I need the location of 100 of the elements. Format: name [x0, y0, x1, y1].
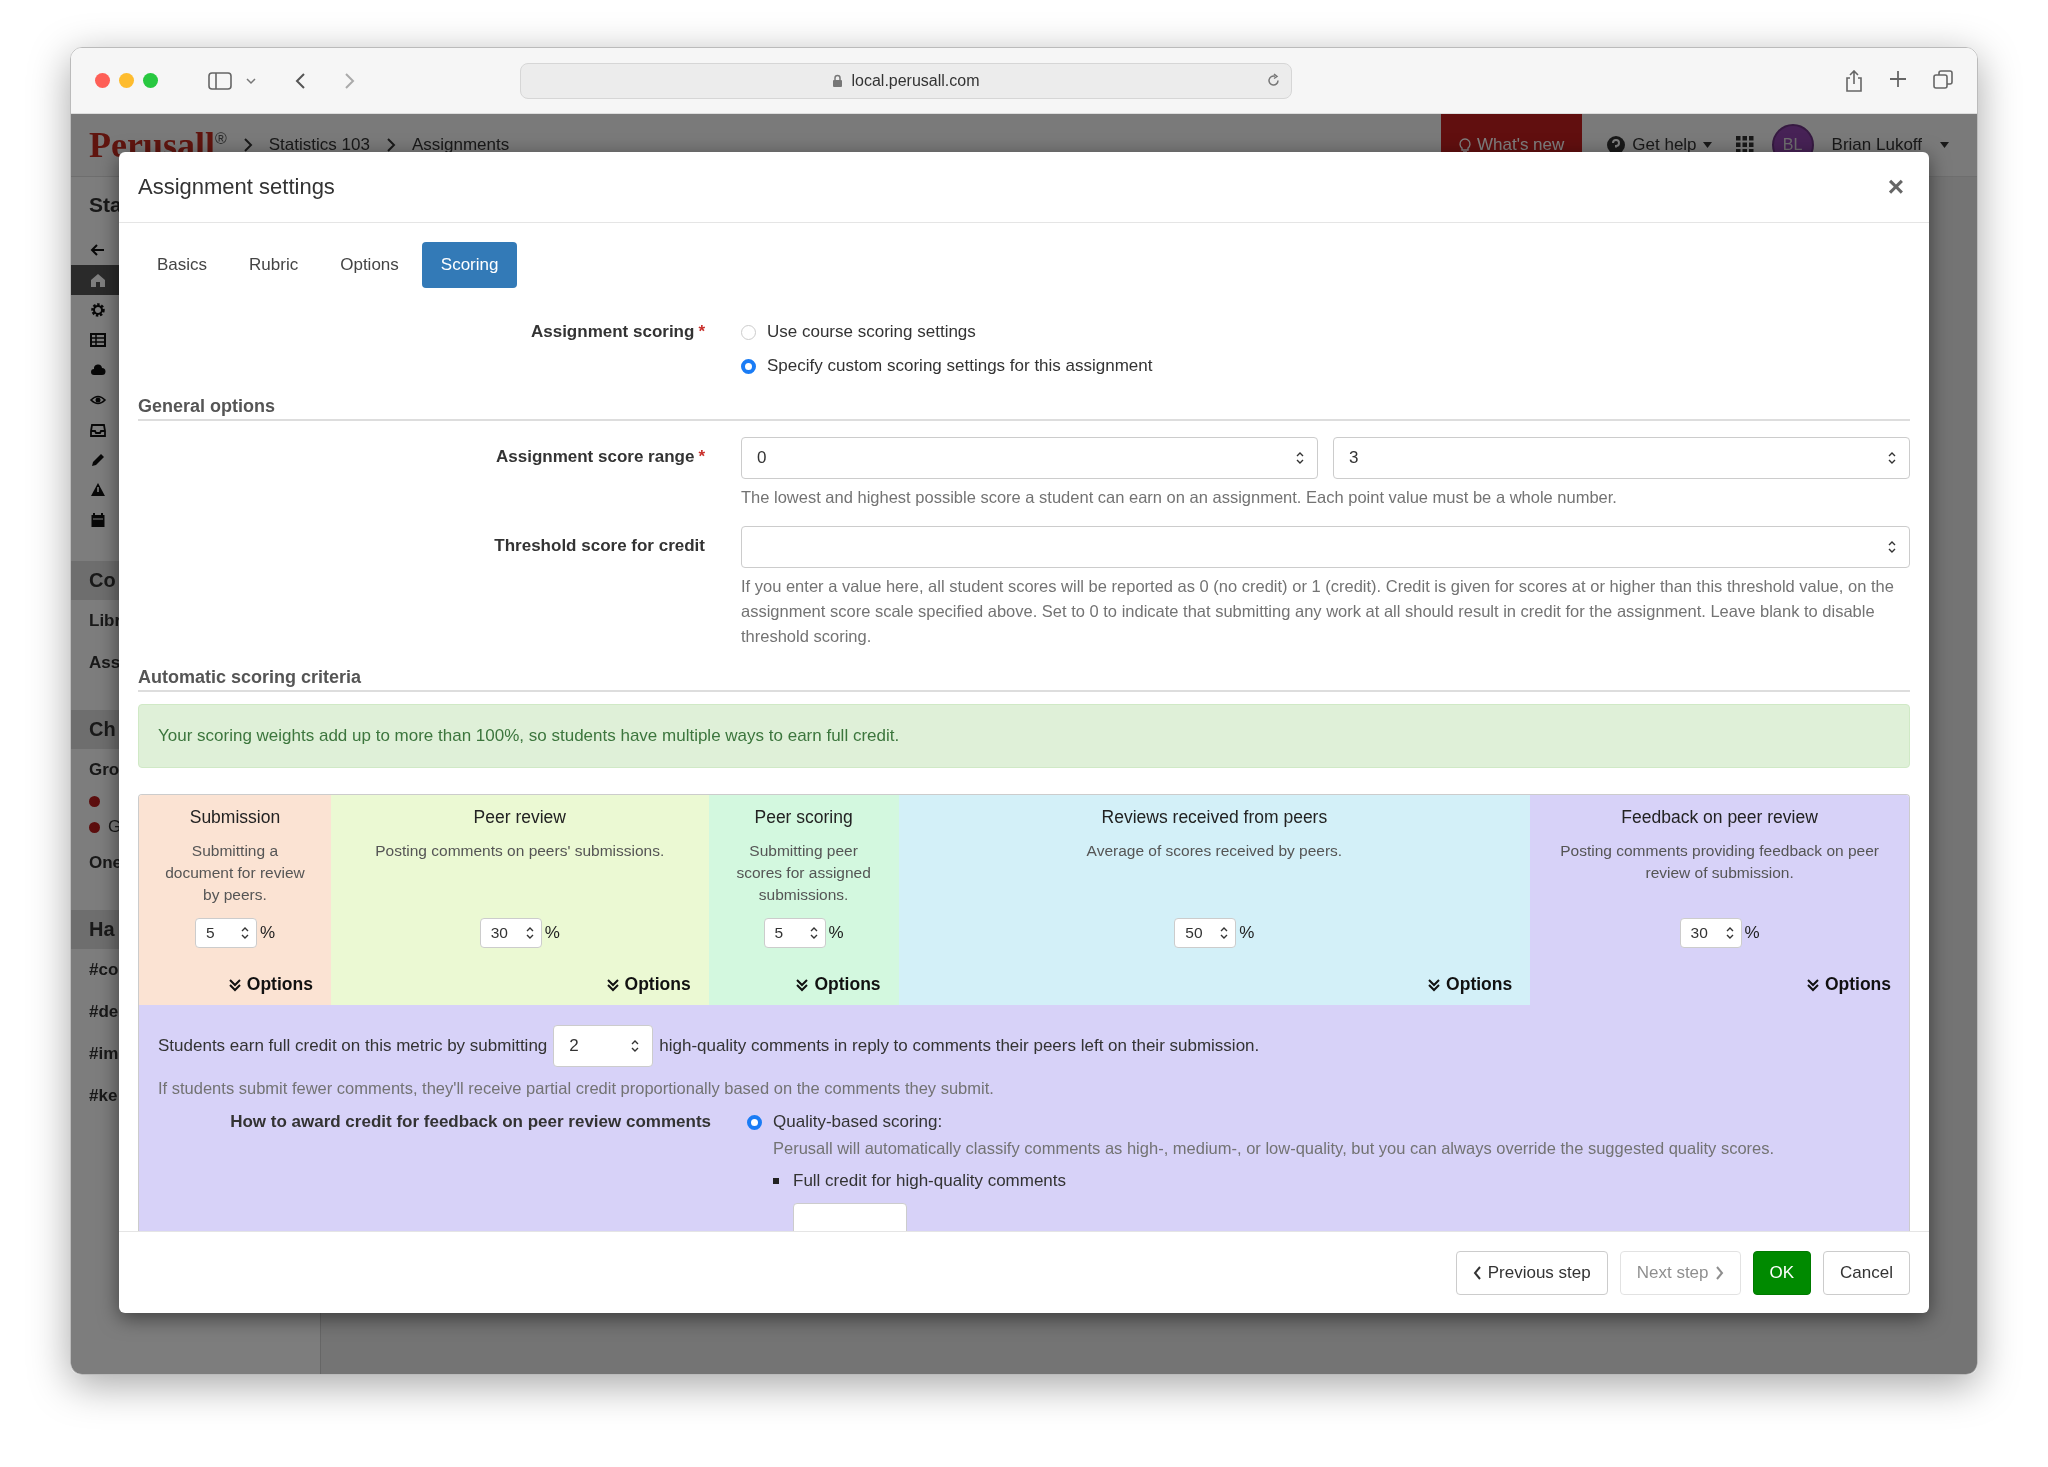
- criterion-title: Submission: [189, 807, 281, 828]
- radio-button[interactable]: [741, 324, 756, 340]
- criterion-description: Submitting peer scores for assigned submissions.: [735, 841, 872, 905]
- help-text: Perusall will automatically classify comments as high-, medium-, or low-quality, but you can always override the suggested quality scores.: [773, 1138, 1776, 1159]
- weight-field[interactable]: 50: [1174, 918, 1237, 948]
- inbox-icon[interactable]: [89, 422, 107, 438]
- input-field[interactable]: [793, 1203, 907, 1231]
- cloud-icon[interactable]: [89, 362, 107, 378]
- spinner-icon[interactable]: [1887, 539, 1897, 555]
- field-label: How to award credit for feedback on peer review comments: [229, 1112, 711, 1133]
- sentence-text: high-quality comments in reply to comments their peers left on their submission.: [659, 1036, 1260, 1056]
- close-button[interactable]: ×: [1881, 171, 1910, 203]
- options-toggle[interactable]: Options: [1427, 974, 1513, 995]
- spinner-icon[interactable]: [808, 925, 819, 941]
- tabs-overview-icon[interactable]: [1933, 69, 1953, 90]
- criterion-title: Reviews received from peers: [1101, 807, 1328, 828]
- percent-label: %: [544, 923, 560, 943]
- section-heading: General options: [138, 396, 1910, 421]
- help-text: If students submit fewer comments, they'll receive partial credit proportionally based on the comments they submit.: [158, 1079, 995, 1098]
- home-icon[interactable]: [89, 272, 107, 288]
- field-label: Assignment scoring *: [529, 322, 705, 343]
- percent-label: %: [259, 923, 275, 943]
- criterion-description: Posting comments providing feedback on peer review of submission.: [1559, 841, 1880, 883]
- spinner-icon[interactable]: [239, 925, 250, 941]
- address-bar[interactable]: local.perusall.com: [520, 62, 1292, 99]
- breadcrumb-link[interactable]: Assignments: [411, 135, 510, 155]
- radio-label[interactable]: Use course scoring settings: [767, 322, 976, 342]
- chevron-left-icon: [1472, 1265, 1482, 1280]
- max-score-field[interactable]: 3: [1333, 437, 1910, 479]
- tab[interactable]: Options: [321, 242, 418, 288]
- threshold-field[interactable]: [741, 526, 1910, 568]
- options-toggle[interactable]: Options: [227, 974, 313, 995]
- percent-label: %: [1744, 923, 1760, 943]
- spinner-icon[interactable]: [1295, 450, 1305, 466]
- sidebar-toggle-icon[interactable]: [208, 71, 232, 90]
- double-chevron-down-icon: [1427, 977, 1442, 992]
- dialog-title: Assignment settings: [138, 174, 335, 200]
- spinner-icon[interactable]: [1887, 450, 1897, 466]
- back-icon[interactable]: [294, 71, 306, 90]
- tab[interactable]: Basics: [138, 242, 227, 288]
- bullet-icon: [773, 1178, 779, 1184]
- warning-icon[interactable]: [89, 482, 107, 498]
- double-chevron-down-icon: [1805, 977, 1820, 992]
- spinner-icon[interactable]: [1724, 925, 1735, 941]
- chevron-right-icon: [1714, 1265, 1724, 1280]
- options-toggle[interactable]: Options: [605, 974, 691, 995]
- radio-label[interactable]: Specify custom scoring settings for this assignment: [767, 356, 1153, 376]
- new-tab-icon[interactable]: [1889, 69, 1907, 88]
- criterion-description: Posting comments on peers' submissions.: [375, 841, 665, 861]
- info-alert: Your scoring weights add up to more than 100%, so students have multiple ways to earn full credit.: [138, 704, 1910, 768]
- help-text: The lowest and highest possible score a student can earn on an assignment. Each point value must be a whole number.: [741, 487, 1618, 508]
- weight-field[interactable]: 5: [763, 918, 826, 948]
- breadcrumb-link[interactable]: Statistics 103: [268, 135, 370, 155]
- tab[interactable]: Scoring: [421, 242, 518, 288]
- close-window-icon[interactable]: [95, 73, 110, 88]
- field-label: Threshold score for credit: [493, 535, 705, 556]
- weight-field[interactable]: 30: [479, 918, 542, 948]
- back-arrow-icon[interactable]: [89, 242, 107, 258]
- list-item: Full credit for high-quality comments: [793, 1171, 1067, 1191]
- section-heading: Automatic scoring criteria: [138, 667, 1910, 692]
- criterion-title: Peer review: [473, 807, 566, 828]
- reload-icon[interactable]: [1266, 72, 1281, 88]
- user-name[interactable]: Brian Lukoff: [1831, 135, 1922, 155]
- spinner-icon[interactable]: [1219, 925, 1230, 941]
- caret-icon[interactable]: [1940, 142, 1949, 148]
- calendar-icon[interactable]: [89, 512, 107, 528]
- chevron-right-icon: [385, 137, 396, 153]
- comment-count-field[interactable]: 2: [553, 1025, 654, 1067]
- double-chevron-down-icon: [227, 977, 242, 992]
- double-chevron-down-icon: [605, 977, 620, 992]
- spinner-icon[interactable]: [630, 1038, 641, 1054]
- weight-field[interactable]: 30: [1679, 918, 1742, 948]
- percent-label: %: [1239, 923, 1255, 943]
- percent-label: %: [828, 923, 844, 943]
- field-label: Assignment score range *: [494, 446, 705, 467]
- weight-field[interactable]: 5: [194, 918, 257, 948]
- radio-button[interactable]: [747, 1114, 762, 1130]
- spinner-icon[interactable]: [524, 925, 535, 941]
- status-dot-icon: [89, 821, 100, 833]
- caret-icon: [1702, 142, 1712, 148]
- double-chevron-down-icon: [795, 977, 810, 992]
- share-icon[interactable]: [1845, 69, 1863, 92]
- tab[interactable]: Rubric: [230, 242, 318, 288]
- options-toggle[interactable]: Options: [795, 974, 881, 995]
- radio-button[interactable]: [741, 358, 756, 374]
- radio-label[interactable]: Quality-based scoring:: [773, 1112, 943, 1132]
- criterion-description: Average of scores received by peers.: [1086, 841, 1343, 861]
- chevron-right-icon: [242, 137, 253, 153]
- gear-icon[interactable]: [89, 302, 107, 318]
- apps-grid-icon[interactable]: [1735, 136, 1754, 154]
- pencil-icon[interactable]: [89, 452, 107, 468]
- options-toggle[interactable]: Options: [1805, 974, 1891, 995]
- prev-button[interactable]: Previous step: [1455, 1250, 1608, 1295]
- criterion-description: Submitting a document for review by peers.: [164, 841, 306, 905]
- criterion-title: Peer scoring: [754, 807, 853, 828]
- min-score-field[interactable]: 0: [741, 437, 1318, 479]
- default-button[interactable]: Cancel: [1823, 1250, 1910, 1295]
- primary-button[interactable]: OK: [1752, 1250, 1812, 1295]
- table-icon[interactable]: [89, 332, 107, 348]
- dropdown-caret-icon[interactable]: [246, 76, 256, 85]
